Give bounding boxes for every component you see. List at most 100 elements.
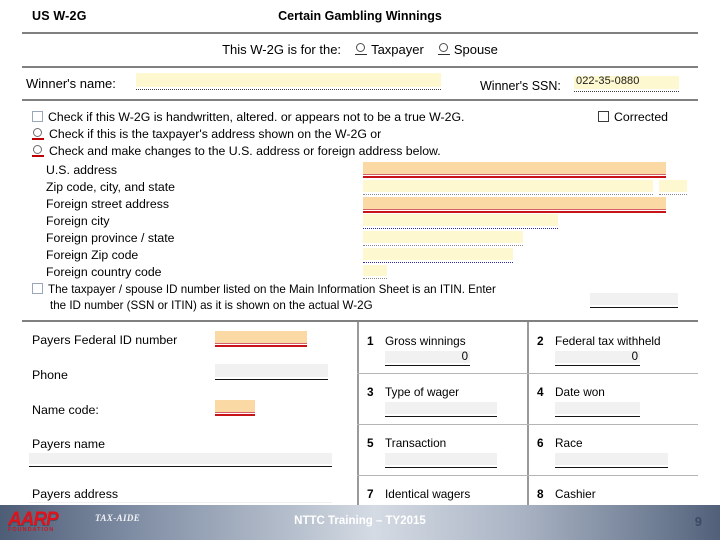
- input-foreign-city[interactable]: [363, 214, 558, 229]
- payer-phone-underline: [215, 379, 328, 380]
- input-zip-city-state[interactable]: [363, 180, 653, 195]
- payer-address-fill: [29, 502, 332, 503]
- foreign-country-fill: [363, 265, 387, 276]
- divider-top: [22, 32, 698, 34]
- input-box-4[interactable]: [555, 402, 640, 417]
- payer-name-code-underline: [215, 414, 255, 416]
- winner-name-fill: [136, 73, 441, 87]
- box-2-underline: [555, 365, 640, 366]
- for-the-label: This W-2G is for the:: [222, 42, 342, 58]
- checkbox-handwritten[interactable]: [32, 111, 43, 123]
- w2g-for-row: This W-2G is for the: Taxpayer Spouse: [0, 41, 720, 57]
- foreign-zip-underline: [363, 262, 513, 263]
- checkbox-itin[interactable]: [32, 283, 43, 295]
- box-6-number: 6: [537, 436, 544, 450]
- slide-footer: AARP FOUNDATION TAX-AIDE NTTC Training –…: [0, 505, 720, 540]
- panel-divider-vertical: [357, 322, 359, 505]
- box-5-number: 5: [367, 436, 374, 450]
- box-7-label: Identical wagers: [385, 487, 471, 501]
- input-foreign-street[interactable]: [363, 197, 666, 213]
- foreign-province-underline: [363, 245, 523, 246]
- form-title-center: Certain Gambling Winnings: [278, 9, 442, 23]
- foreign-street-underline: [363, 211, 666, 213]
- check-handwritten-label: Check if this W-2G is handwritten, alter…: [48, 110, 465, 124]
- input-foreign-province[interactable]: [363, 231, 523, 246]
- box-2-label: Federal tax withheld: [555, 334, 661, 348]
- label-foreign-zip: Foreign Zip code: [46, 248, 139, 262]
- input-payer-name-code[interactable]: [215, 400, 255, 416]
- check-handwritten-row[interactable]: Check if this W-2G is handwritten, alter…: [32, 110, 464, 124]
- payer-address-label: Payers address: [32, 487, 119, 501]
- itin-line-2: the ID number (SSN or ITIN) as it is sho…: [50, 299, 373, 312]
- box-3-label: Type of wager: [385, 385, 460, 399]
- input-box-3[interactable]: [385, 402, 497, 417]
- winner-name-underline: [136, 89, 441, 90]
- input-box-1[interactable]: 0: [385, 351, 470, 366]
- payer-name-fill: [29, 453, 332, 464]
- box-1-fill: [385, 351, 470, 363]
- input-foreign-country[interactable]: [363, 265, 387, 279]
- us-address-underline: [363, 176, 666, 178]
- winner-name-label: Winner's name:: [26, 76, 116, 91]
- itin-number-underline: [590, 307, 678, 308]
- state-code-underline: [659, 194, 687, 195]
- box-column-divider: [527, 322, 529, 505]
- input-payer-name[interactable]: [29, 453, 332, 467]
- input-box-6[interactable]: [555, 453, 668, 468]
- winner-ssn-underline: [574, 91, 679, 92]
- input-payer-fed-id[interactable]: [215, 331, 307, 347]
- foreign-province-fill: [363, 231, 523, 243]
- input-payer-phone[interactable]: [215, 364, 328, 380]
- box-1-underline: [385, 365, 470, 366]
- box-8-label: Cashier: [555, 487, 596, 501]
- payer-name-label: Payers name: [32, 437, 106, 451]
- box-5-fill: [385, 453, 497, 465]
- radio-spouse[interactable]: [437, 43, 450, 56]
- payer-name-underline: [29, 466, 332, 467]
- label-zip-city-state: Zip code, city, and state: [46, 180, 175, 194]
- radio-taxpayer-label: Taxpayer: [371, 42, 424, 58]
- payer-phone-fill: [215, 364, 328, 377]
- label-foreign-province: Foreign province / state: [46, 231, 175, 245]
- payer-fed-id-label: Payers Federal ID number: [32, 333, 178, 347]
- box-5-underline: [385, 467, 497, 468]
- box-2-number: 2: [537, 334, 544, 348]
- check-address-shown-row[interactable]: Check if this is the taxpayer's address …: [32, 127, 381, 141]
- footer-page-number: 9: [694, 514, 702, 529]
- w2g-form: US W-2G Certain Gambling Winnings This W…: [0, 0, 720, 505]
- checkbox-corrected[interactable]: [598, 111, 609, 123]
- footer-center-text: NTTC Training – TY2015: [294, 515, 426, 527]
- foreign-zip-fill: [363, 248, 513, 260]
- divider-third: [22, 99, 698, 101]
- input-foreign-zip[interactable]: [363, 248, 513, 263]
- corrected-row[interactable]: Corrected: [598, 110, 668, 124]
- input-box-5[interactable]: [385, 453, 497, 468]
- box-1-label: Gross winnings: [385, 334, 466, 348]
- zip-city-state-fill: [363, 180, 653, 192]
- payer-fed-id-underline: [215, 345, 307, 347]
- radio-spouse-label: Spouse: [453, 42, 498, 58]
- corrected-label: Corrected: [614, 110, 668, 124]
- radio-address-change[interactable]: [32, 145, 44, 158]
- input-state-code[interactable]: [659, 180, 687, 195]
- foreign-city-fill: [363, 214, 558, 226]
- input-itin-number[interactable]: [590, 293, 678, 308]
- box-row-divider-1: [357, 373, 698, 374]
- itin-line-1: The taxpayer / spouse ID number listed o…: [48, 283, 496, 296]
- us-address-underline2: [363, 174, 666, 175]
- winner-ssn-input[interactable]: 022-35-0880: [574, 75, 679, 92]
- radio-taxpayer[interactable]: [355, 43, 368, 56]
- box-7-number: 7: [367, 487, 374, 501]
- label-foreign-country: Foreign country code: [46, 265, 162, 279]
- itin-row[interactable]: The taxpayer / spouse ID number listed o…: [32, 283, 496, 296]
- state-code-fill: [659, 180, 687, 192]
- input-us-address[interactable]: [363, 162, 666, 178]
- itin-number-fill: [590, 293, 678, 305]
- radio-address-shown[interactable]: [32, 128, 44, 141]
- check-address-change-row[interactable]: Check and make changes to the U.S. addre…: [32, 144, 441, 158]
- input-box-2[interactable]: 0: [555, 351, 640, 366]
- box-5-label: Transaction: [385, 436, 447, 450]
- check-address-shown-label: Check if this is the taxpayer's address …: [49, 127, 382, 141]
- winner-name-input[interactable]: [136, 73, 441, 90]
- box-1-number: 1: [367, 334, 374, 348]
